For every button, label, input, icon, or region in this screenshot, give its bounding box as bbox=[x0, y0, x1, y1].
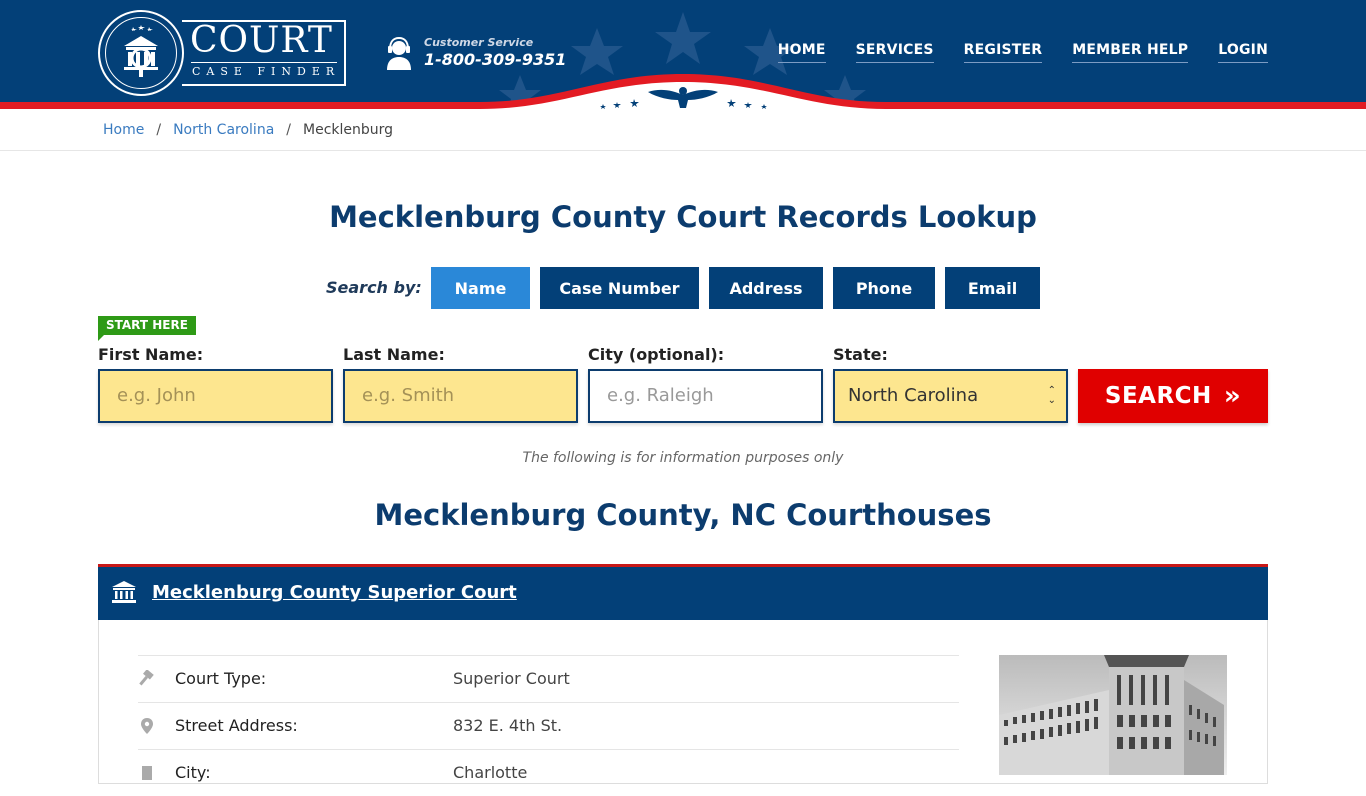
detail-value: Superior Court bbox=[453, 669, 570, 688]
detail-key: Street Address: bbox=[175, 716, 298, 735]
brand-name: COURT bbox=[190, 20, 333, 61]
search-by-label: Search by: bbox=[326, 278, 422, 297]
page-title: Mecklenburg County Court Records Lookup bbox=[329, 200, 1037, 234]
tab-case-number[interactable]: Case Number bbox=[540, 267, 699, 309]
breadcrumb: Home / North Carolina / Mecklenburg bbox=[103, 122, 394, 138]
nav-login[interactable]: LOGIN bbox=[1218, 42, 1268, 63]
courthouse-header: Mecklenburg County Superior Court bbox=[98, 564, 1268, 620]
courthouse-photo bbox=[999, 655, 1227, 775]
divider bbox=[0, 150, 1366, 151]
gavel-icon bbox=[139, 670, 154, 686]
info-note: The following is for information purpose… bbox=[522, 450, 844, 466]
first-name-input[interactable]: e.g. John bbox=[98, 369, 333, 423]
detail-row: Court Type: Superior Court bbox=[138, 655, 959, 702]
detail-key: Court Type: bbox=[175, 669, 267, 688]
state-label: State: bbox=[833, 345, 888, 364]
nav-home[interactable]: HOME bbox=[777, 42, 826, 63]
detail-key: City: bbox=[175, 763, 211, 782]
first-name-label: First Name: bbox=[98, 345, 204, 364]
courthouse-name-link[interactable]: Mecklenburg County Superior Court bbox=[152, 582, 517, 603]
section-title: Mecklenburg County, NC Courthouses bbox=[374, 498, 992, 532]
map-pin-icon bbox=[141, 718, 153, 734]
courthouse-icon bbox=[112, 581, 136, 603]
breadcrumb-north-carolina[interactable]: North Carolina bbox=[173, 122, 274, 138]
detail-row: Street Address: 832 E. 4th St. bbox=[138, 702, 959, 749]
tab-name[interactable]: Name bbox=[431, 267, 530, 309]
search-button-label: SEARCH bbox=[1104, 383, 1212, 409]
nav-member-help[interactable]: MEMBER HELP bbox=[1072, 42, 1189, 63]
city-label: City (optional): bbox=[588, 345, 725, 364]
courthouse-magnifier-icon bbox=[124, 25, 158, 77]
breadcrumb-current: Mecklenburg bbox=[303, 122, 394, 138]
main-nav: HOME SERVICES REGISTER MEMBER HELP LOGIN bbox=[748, 42, 1268, 63]
last-name-input[interactable]: e.g. Smith bbox=[343, 369, 578, 423]
tab-address[interactable]: Address bbox=[709, 267, 823, 309]
breadcrumb-home[interactable]: Home bbox=[103, 122, 144, 138]
state-select[interactable]: North Carolina ⌃ ⌄ bbox=[833, 369, 1068, 423]
nav-register[interactable]: REGISTER bbox=[963, 42, 1043, 63]
customer-service-label: Customer Service bbox=[424, 36, 534, 49]
double-chevron-right-icon: » bbox=[1223, 381, 1242, 411]
detail-row: City: Charlotte bbox=[138, 749, 959, 796]
start-here-badge: START HERE bbox=[98, 316, 196, 341]
nav-services[interactable]: SERVICES bbox=[855, 42, 934, 63]
headset-agent-icon bbox=[387, 36, 411, 70]
search-tabs: Name Case Number Address Phone Email bbox=[431, 267, 1050, 309]
building-icon bbox=[142, 766, 152, 780]
search-button[interactable]: SEARCH » bbox=[1078, 369, 1268, 423]
tab-phone[interactable]: Phone bbox=[833, 267, 935, 309]
detail-value: Charlotte bbox=[453, 763, 528, 782]
state-select-value: North Carolina bbox=[848, 385, 979, 406]
tab-email[interactable]: Email bbox=[945, 267, 1040, 309]
customer-service-phone[interactable]: 1-800-309-9351 bbox=[424, 50, 566, 69]
court-case-finder-logo[interactable]: COURT CASE FINDER bbox=[98, 10, 348, 96]
detail-value: 832 E. 4th St. bbox=[453, 716, 563, 735]
select-arrows-icon: ⌃ ⌄ bbox=[1047, 385, 1056, 406]
site-header: COURT CASE FINDER Customer Service 1-800… bbox=[0, 0, 1366, 115]
city-input[interactable]: e.g. Raleigh bbox=[588, 369, 823, 423]
brand-tagline: CASE FINDER bbox=[192, 65, 341, 78]
last-name-label: Last Name: bbox=[343, 345, 445, 364]
